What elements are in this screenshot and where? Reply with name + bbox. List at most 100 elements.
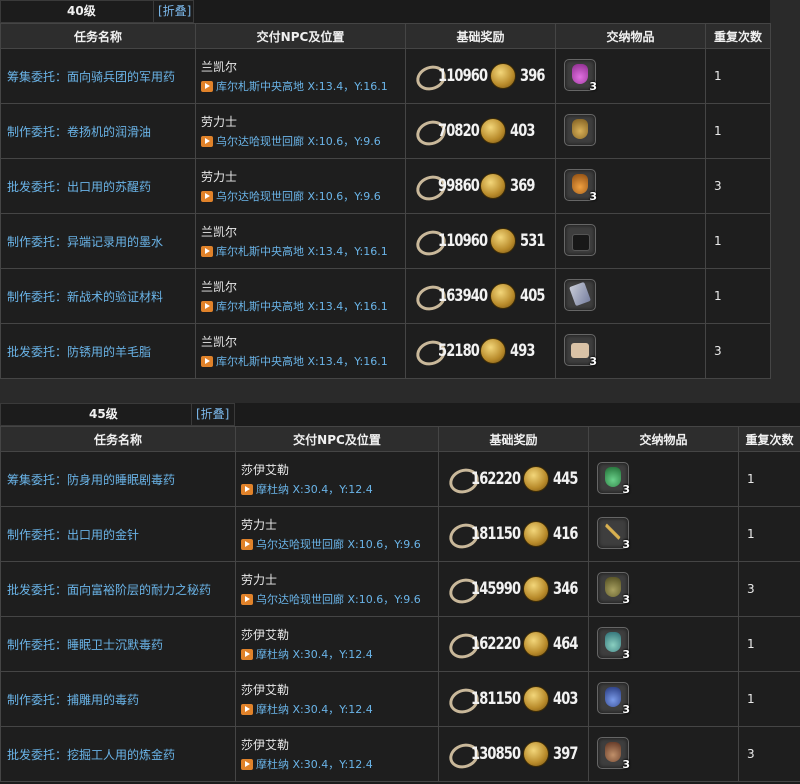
gil-coin-icon: [489, 283, 516, 309]
repeat-count: 1: [705, 213, 771, 269]
item-cell: [555, 213, 706, 269]
npc-name[interactable]: 兰凯尔: [201, 278, 405, 295]
location-link[interactable]: 库尔札斯中央高地 X:13.4，Y:16.1: [201, 80, 388, 93]
level-45-section: 45级 [折叠] 任务名称 交付NPC及位置 基础奖励 交纳物品 重复次数 筹集…: [0, 403, 800, 784]
gil-value: 397: [552, 744, 578, 764]
ink-bottle-icon[interactable]: [564, 223, 596, 256]
orange-potion-icon[interactable]: 3: [564, 168, 597, 203]
quest-row: 筹集委托：防身用的睡眠剧毒药 莎伊艾勒摩杜纳 X:30.4，Y:12.4 16222…: [0, 451, 800, 507]
item-count: 3: [622, 482, 630, 496]
npc-name[interactable]: 兰凯尔: [201, 333, 405, 350]
location-link[interactable]: 摩杜纳 X:30.4，Y:12.4: [241, 703, 373, 716]
location-link[interactable]: 摩杜纳 X:30.4，Y:12.4: [241, 483, 373, 496]
npc-name[interactable]: 劳力士: [201, 113, 405, 130]
gold-needle-icon[interactable]: 3: [597, 516, 630, 551]
item-cell: [555, 103, 706, 159]
gil-coin-icon: [480, 118, 507, 144]
repeat-count: 1: [705, 48, 771, 104]
quest-name-link[interactable]: 制作委托：异端记录用的墨水: [0, 213, 196, 269]
npc-name[interactable]: 劳力士: [241, 516, 438, 533]
exp-value: 130850: [471, 744, 521, 764]
location-text: 乌尔达哈现世回廊 X:10.6，Y:9.6: [256, 538, 421, 551]
item-cell: 3: [588, 671, 739, 727]
reward-cell: 162220 445: [438, 451, 589, 507]
npc-name[interactable]: 兰凯尔: [201, 223, 405, 240]
item-cell: 3: [588, 506, 739, 562]
location-link[interactable]: 乌尔达哈现世回廊 X:10.6，Y:9.6: [201, 190, 381, 203]
level-title: 40级: [67, 4, 96, 18]
location-link[interactable]: 库尔札斯中央高地 X:13.4，Y:16.1: [201, 300, 388, 313]
collapse-toggle[interactable]: [折叠]: [191, 404, 229, 425]
col-header: 交纳物品: [555, 23, 706, 49]
repeat-count: 1: [738, 616, 800, 672]
location-link[interactable]: 摩杜纳 X:30.4，Y:12.4: [241, 648, 373, 661]
col-header: 交纳物品: [588, 426, 739, 452]
map-marker-icon: [201, 246, 213, 257]
quest-name-link[interactable]: 制作委托：卷扬机的润滑油: [0, 103, 196, 159]
paper-icon[interactable]: [564, 278, 596, 311]
green-potion-icon[interactable]: 3: [597, 461, 630, 496]
reward-cell: 181150 403: [438, 671, 589, 727]
oil-jug-icon[interactable]: [564, 113, 596, 146]
exp-value: 163940: [438, 286, 488, 306]
repeat-count: 1: [705, 103, 771, 159]
reward-cell: 163940 405: [405, 268, 556, 324]
exp-value: 162220: [471, 634, 521, 654]
npc-cell: 劳力士乌尔达哈现世回廊 X:10.6，Y:9.6: [235, 506, 439, 562]
npc-name[interactable]: 莎伊艾勒: [241, 681, 438, 698]
reward-cell: 110960 396: [405, 48, 556, 104]
gil-coin-icon: [522, 576, 549, 602]
npc-name[interactable]: 莎伊艾勒: [241, 736, 438, 753]
quest-name-link[interactable]: 批发委托：挖掘工人用的炼金药: [0, 726, 236, 782]
lanolin-block-icon[interactable]: 3: [564, 333, 597, 368]
npc-cell: 劳力士乌尔达哈现世回廊 X:10.6，Y:9.6: [195, 158, 406, 214]
teal-potion-icon[interactable]: 3: [597, 626, 630, 661]
reward-cell: 162220 464: [438, 616, 589, 672]
collapse-toggle[interactable]: [折叠]: [153, 1, 191, 22]
location-link[interactable]: 摩杜纳 X:30.4，Y:12.4: [241, 758, 373, 771]
npc-name[interactable]: 劳力士: [241, 571, 438, 588]
quest-name-link[interactable]: 批发委托：出口用的苏醒药: [0, 158, 196, 214]
quest-name-link[interactable]: 筹集委托：面向骑兵团的军用药: [0, 48, 196, 104]
npc-name[interactable]: 莎伊艾勒: [241, 626, 438, 643]
quest-name-link[interactable]: 制作委托：出口用的金针: [0, 506, 236, 562]
npc-name[interactable]: 兰凯尔: [201, 58, 405, 75]
location-text: 库尔札斯中央高地 X:13.4，Y:16.1: [216, 300, 388, 313]
map-marker-icon: [241, 539, 253, 550]
gil-coin-icon: [480, 338, 507, 364]
exp-value: 110960: [438, 66, 488, 86]
map-marker-icon: [241, 594, 253, 605]
quest-name-link[interactable]: 批发委托：防锈用的羊毛脂: [0, 323, 196, 379]
quest-name-link[interactable]: 批发委托：面向富裕阶层的耐力之秘药: [0, 561, 236, 617]
npc-cell: 莎伊艾勒摩杜纳 X:30.4，Y:12.4: [235, 616, 439, 672]
olive-flasks-icon[interactable]: 3: [597, 571, 630, 606]
col-header: 交付NPC及位置: [195, 23, 406, 49]
reward-cell: 70820 403: [405, 103, 556, 159]
quest-name-link[interactable]: 制作委托：新战术的验证材料: [0, 268, 196, 324]
gil-value: 396: [519, 66, 545, 86]
npc-name[interactable]: 劳力士: [201, 168, 405, 185]
brown-potion-icon[interactable]: 3: [597, 736, 630, 771]
location-link[interactable]: 乌尔达哈现世回廊 X:10.6，Y:9.6: [201, 135, 381, 148]
npc-name[interactable]: 莎伊艾勒: [241, 461, 438, 478]
blue-potion-icon[interactable]: 3: [597, 681, 630, 716]
location-link[interactable]: 乌尔达哈现世回廊 X:10.6，Y:9.6: [241, 593, 421, 606]
map-marker-icon: [201, 136, 213, 147]
reward-cell: 130850 397: [438, 726, 589, 782]
npc-cell: 劳力士乌尔达哈现世回廊 X:10.6，Y:9.6: [195, 103, 406, 159]
location-link[interactable]: 库尔札斯中央高地 X:13.4，Y:16.1: [201, 245, 388, 258]
gil-value: 445: [552, 469, 578, 489]
gil-value: 369: [510, 176, 535, 196]
purple-potion-icon[interactable]: 3: [564, 58, 597, 93]
quest-name-link[interactable]: 制作委托：捕雕用的毒药: [0, 671, 236, 727]
quest-name-link[interactable]: 筹集委托：防身用的睡眠剧毒药: [0, 451, 236, 507]
map-marker-icon: [201, 191, 213, 202]
location-link[interactable]: 库尔札斯中央高地 X:13.4，Y:16.1: [201, 355, 388, 368]
location-link[interactable]: 乌尔达哈现世回廊 X:10.6，Y:9.6: [241, 538, 421, 551]
repeat-count: 3: [705, 323, 771, 379]
location-text: 库尔札斯中央高地 X:13.4，Y:16.1: [216, 80, 388, 93]
gil-coin-icon: [522, 466, 549, 492]
item-count: 3: [622, 647, 630, 661]
quest-name-link[interactable]: 制作委托：睡眠卫士沉默毒药: [0, 616, 236, 672]
map-marker-icon: [201, 301, 213, 312]
